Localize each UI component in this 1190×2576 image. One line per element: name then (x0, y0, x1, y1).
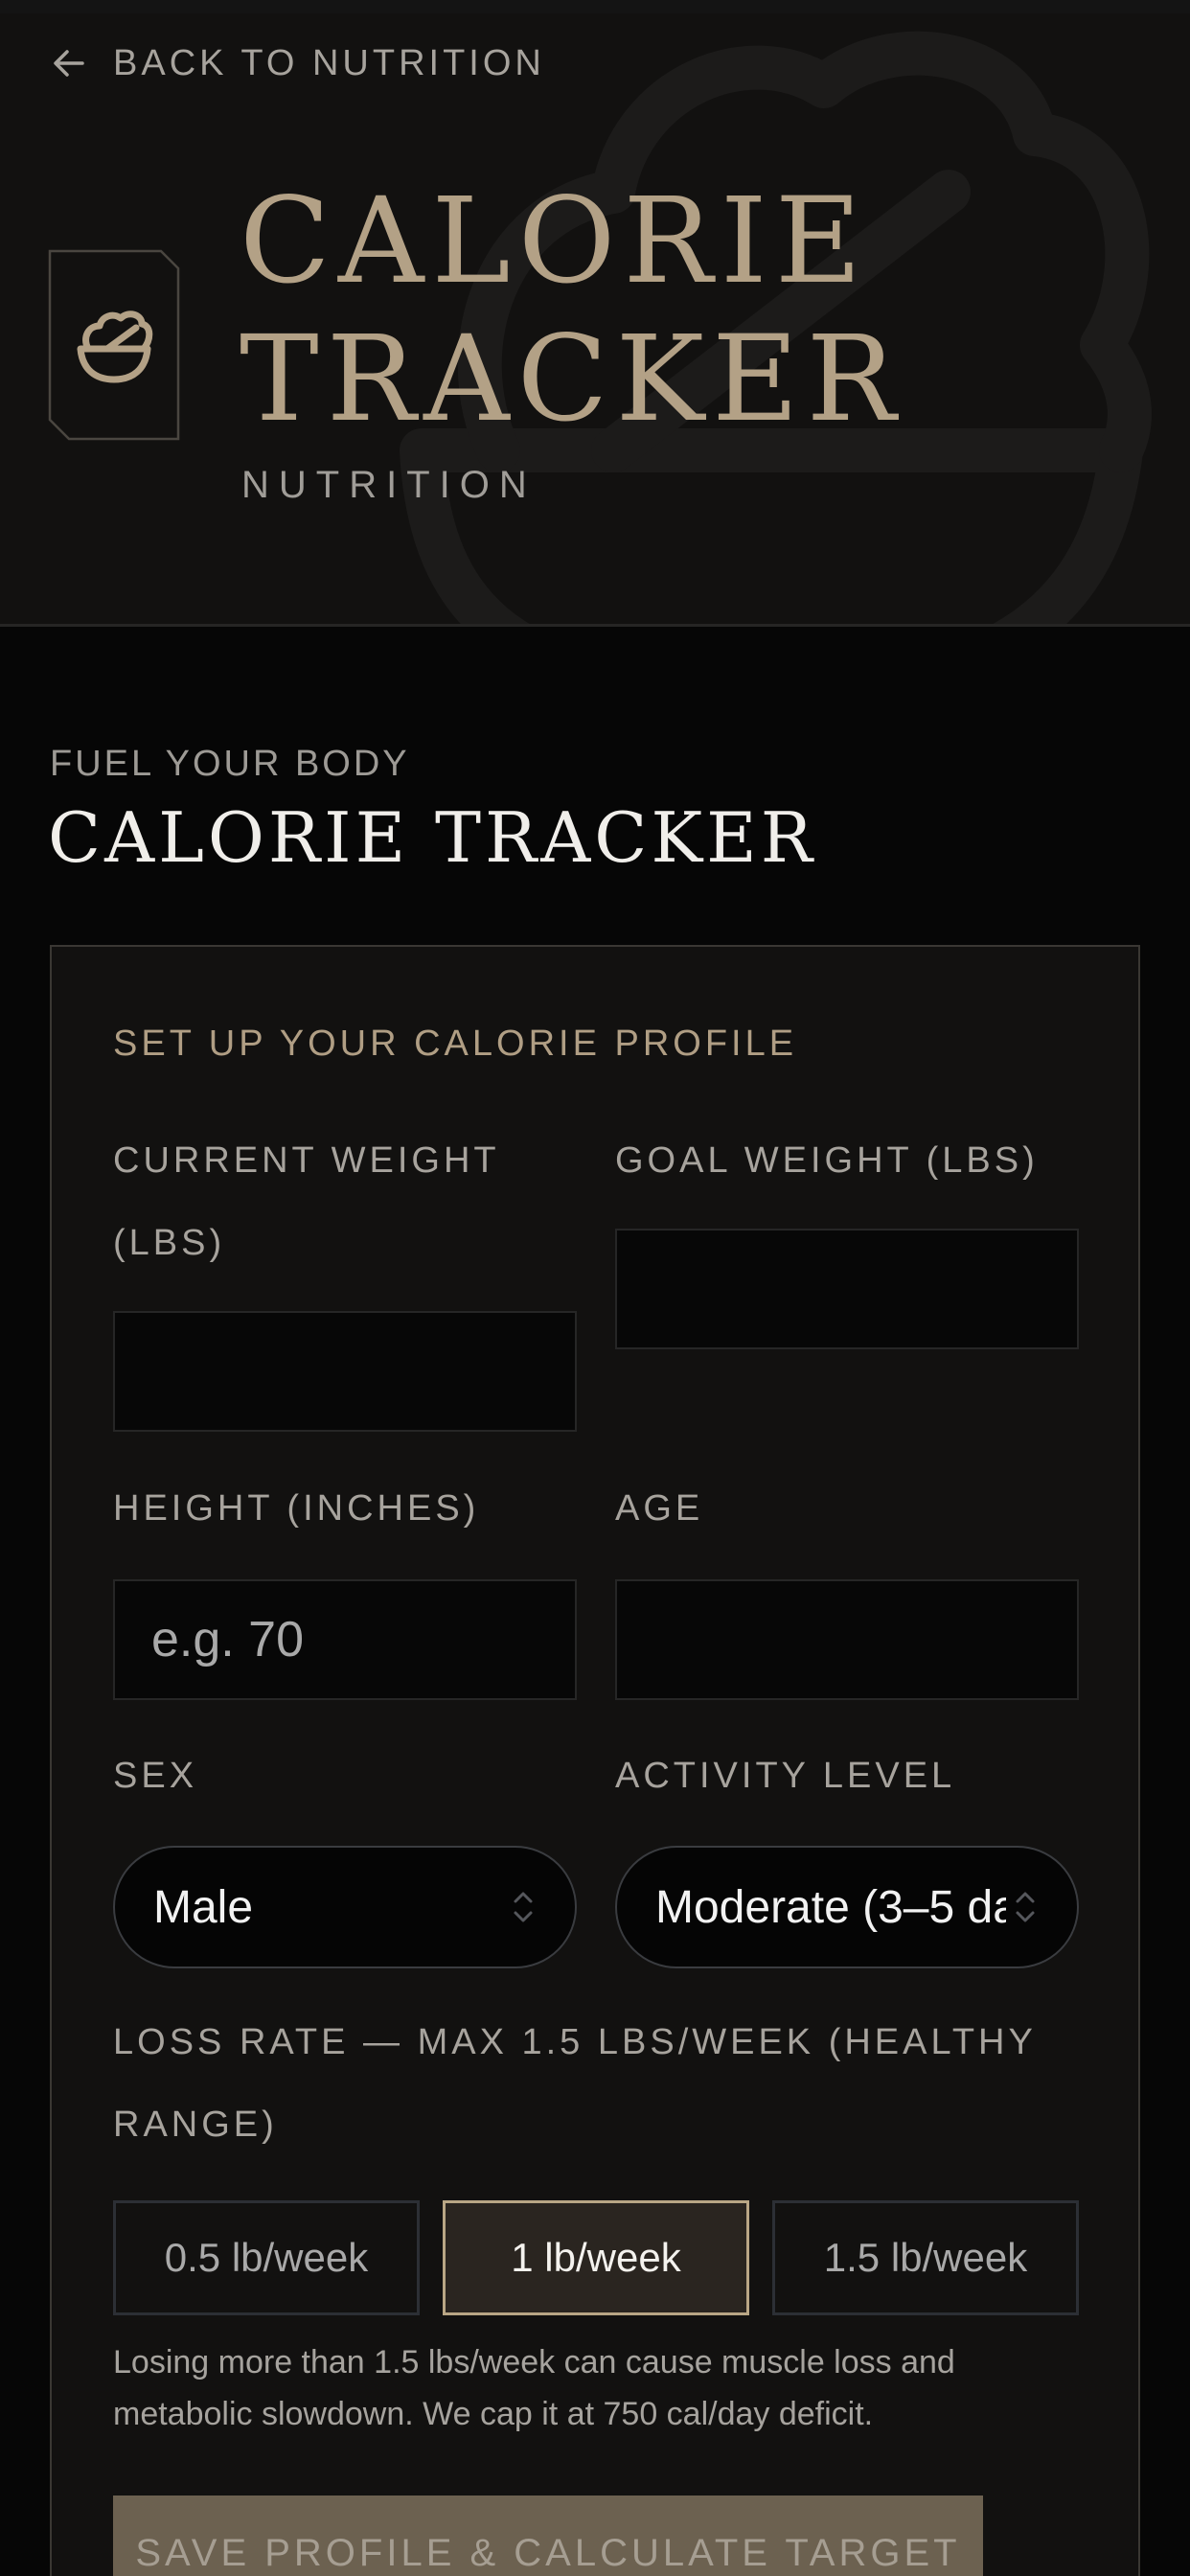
age-input[interactable] (615, 1579, 1079, 1700)
category-badge (48, 249, 180, 441)
loss-rate-label-line-2: RANGE) (113, 2104, 278, 2145)
hero-header: BACK TO NUTRITION CALORIE TRACKER NUTRIT… (0, 0, 1190, 627)
chevron-up-down-icon (514, 1892, 533, 1922)
current-weight-label-line-2: (LBS) (113, 1223, 226, 1263)
note-line-1: Losing more than 1.5 lbs/week can cause … (113, 2344, 955, 2380)
save-profile-button[interactable]: SAVE PROFILE & CALCULATE TARGET (113, 2496, 983, 2576)
title-line-2: TRACKER (240, 310, 904, 448)
calorie-profile-form: SET UP YOUR CALORIE PROFILE CURRENT WEIG… (50, 945, 1140, 2576)
current-weight-input[interactable] (113, 1311, 577, 1432)
current-weight-label: CURRENT WEIGHT (LBS) (113, 1119, 500, 1284)
back-link-label: BACK TO NUTRITION (113, 42, 545, 83)
form-heading: SET UP YOUR CALORIE PROFILE (113, 1024, 798, 1064)
current-weight-label-line-1: CURRENT WEIGHT (113, 1140, 500, 1181)
loss-rate-note: Losing more than 1.5 lbs/week can cause … (113, 2336, 1033, 2440)
title-line-1: CALORIE (240, 172, 870, 310)
goal-weight-input[interactable] (615, 1229, 1079, 1349)
loss-rate-option-0-5[interactable]: 0.5 lb/week (113, 2200, 420, 2315)
chevron-up-down-icon (1016, 1892, 1035, 1922)
age-label: AGE (615, 1488, 704, 1529)
activity-level-label: ACTIVITY LEVEL (615, 1756, 956, 1796)
height-label: HEIGHT (INCHES) (113, 1488, 480, 1529)
height-input[interactable] (113, 1579, 577, 1700)
sex-select-value: Male (153, 1881, 254, 1933)
sex-label: SEX (113, 1756, 198, 1796)
loss-rate-option-1-5[interactable]: 1.5 lb/week (772, 2200, 1079, 2315)
arrow-left-icon (54, 50, 84, 77)
back-to-nutrition-link[interactable]: BACK TO NUTRITION (50, 38, 545, 88)
sex-select[interactable]: Male (113, 1846, 577, 1968)
section-eyebrow: FUEL YOUR BODY (50, 744, 410, 784)
activity-level-select[interactable]: Moderate (3–5 da (615, 1846, 1079, 1968)
goal-weight-label: GOAL WEIGHT (LBS) (615, 1140, 1039, 1181)
category-label: NUTRITION (241, 464, 537, 506)
loss-rate-label-line-1: LOSS RATE — MAX 1.5 LBS/WEEK (HEALTHY (113, 2022, 1037, 2062)
section-title: CALORIE TRACKER (48, 797, 816, 878)
loss-rate-option-1[interactable]: 1 lb/week (443, 2200, 749, 2315)
status-bar (0, 0, 1190, 13)
page-title: CALORIE TRACKER (240, 172, 904, 448)
activity-level-select-value: Moderate (3–5 da (655, 1881, 1006, 1933)
loss-rate-label: LOSS RATE — MAX 1.5 LBS/WEEK (HEALTHY RA… (113, 2001, 1037, 2166)
note-line-2: metabolic slowdown. We cap it at 750 cal… (113, 2396, 874, 2432)
